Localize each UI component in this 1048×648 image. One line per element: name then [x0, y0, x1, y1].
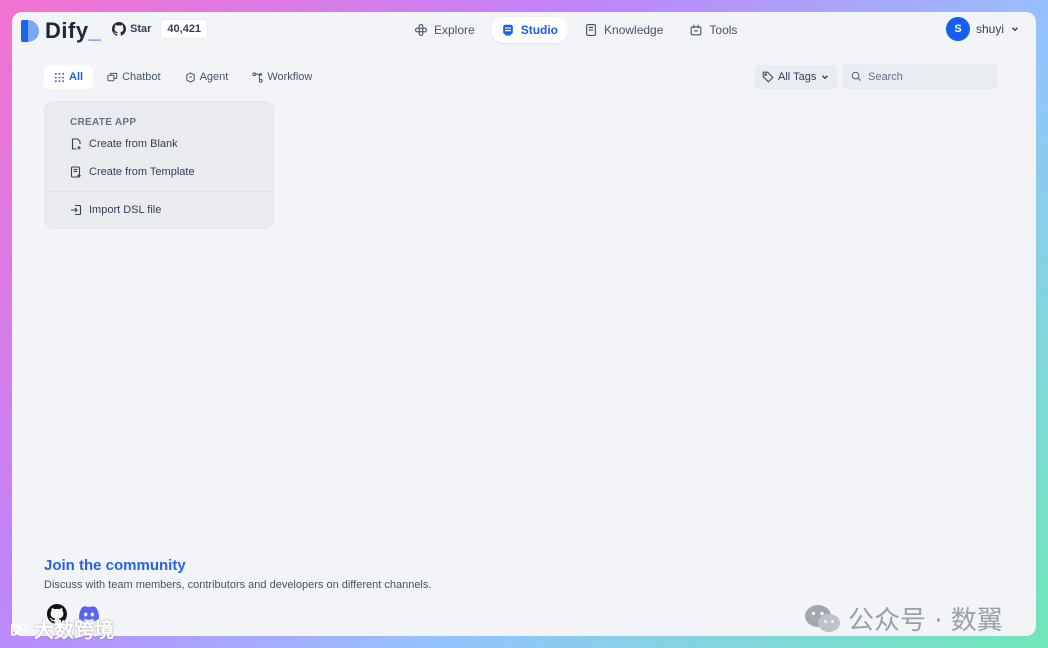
tab-chatbot-label: Chatbot [122, 71, 161, 83]
nav-tools[interactable]: Tools [679, 17, 747, 43]
tab-workflow[interactable]: Workflow [242, 65, 322, 89]
tag-icon [762, 71, 774, 83]
knowledge-icon [586, 24, 596, 36]
tools-icon [691, 24, 702, 36]
search-icon [851, 71, 862, 82]
tab-chatbot[interactable]: Chatbot [97, 65, 171, 89]
github-star-count: 40,421 [160, 19, 209, 39]
watermark-logo-icon [11, 622, 28, 636]
dify-logo[interactable]: Dify_ [21, 18, 101, 44]
app-window: Dify_ Star 40,421 Explore Studio Knowled… [12, 12, 1036, 636]
dify-logo-icon [21, 20, 39, 42]
grid-icon [54, 72, 65, 82]
logo-suffix: _ [88, 18, 102, 43]
nav-studio[interactable]: Studio [490, 17, 569, 43]
nav-explore-label: Explore [434, 23, 475, 37]
import-icon [71, 204, 82, 216]
main-nav: Explore Studio Knowledge Tools [404, 17, 747, 43]
tab-agent-label: Agent [199, 71, 229, 83]
file-plus-icon [71, 138, 81, 150]
create-app-card: CREATE APP Create from Blank Create from… [44, 101, 274, 229]
search-input[interactable] [868, 70, 988, 83]
tab-agent[interactable]: Agent [175, 65, 239, 89]
create-from-blank-label: Create from Blank [89, 138, 178, 150]
studio-icon [502, 24, 513, 36]
bottom-left-watermark: 大数跨境 [8, 614, 114, 643]
wechat-icon [805, 604, 840, 632]
app-type-tabs: All Chatbot Agent Workflow [44, 65, 322, 89]
nav-knowledge[interactable]: Knowledge [574, 17, 673, 43]
create-from-template-button[interactable]: Create from Template [70, 166, 195, 178]
card-divider [45, 191, 273, 192]
github-star-label: Star [130, 23, 152, 35]
logo-text: Dify_ [45, 18, 101, 44]
chevron-down-icon [822, 75, 829, 80]
wechat-watermark-text: 公众号 · 数翼 [848, 606, 1003, 636]
tab-all-label: All [69, 71, 84, 83]
nav-knowledge-label: Knowledge [604, 23, 664, 37]
explore-icon [415, 24, 427, 36]
avatar: S [945, 17, 970, 41]
tab-workflow-label: Workflow [267, 71, 313, 83]
agent-icon [185, 71, 195, 83]
wechat-watermark: 公众号 · 数翼 [804, 600, 1003, 636]
workflow-icon [252, 71, 263, 83]
create-from-template-label: Create from Template [89, 166, 195, 178]
user-name: shuyi [975, 22, 1004, 36]
nav-studio-label: Studio [520, 23, 559, 37]
chatbot-icon [107, 72, 118, 81]
nav-tools-label: Tools [709, 23, 738, 37]
github-star-button[interactable]: Star 40,421 [112, 19, 209, 39]
nav-explore[interactable]: Explore [404, 17, 485, 43]
import-dsl-label: Import DSL file [89, 204, 162, 216]
create-from-blank-button[interactable]: Create from Blank [70, 138, 178, 150]
tab-all[interactable]: All [44, 65, 94, 89]
template-icon [70, 166, 81, 178]
top-navigation: Dify_ Star 40,421 Explore Studio Knowled… [12, 12, 1036, 48]
community-description: Discuss with team members, contributors … [44, 579, 432, 591]
bottom-left-watermark-text: 大数跨境 [34, 618, 114, 642]
github-icon [112, 22, 126, 36]
community-title: Join the community [44, 557, 186, 574]
all-tags-label: All Tags [778, 71, 817, 83]
chevron-down-icon [1012, 27, 1018, 32]
user-menu[interactable]: S shuyi [945, 17, 1020, 41]
logo-name: Dify [45, 18, 89, 43]
import-dsl-button[interactable]: Import DSL file [70, 204, 161, 216]
all-tags-dropdown[interactable]: All Tags [754, 65, 839, 89]
search-box[interactable] [842, 64, 998, 89]
create-app-title: CREATE APP [70, 117, 137, 128]
